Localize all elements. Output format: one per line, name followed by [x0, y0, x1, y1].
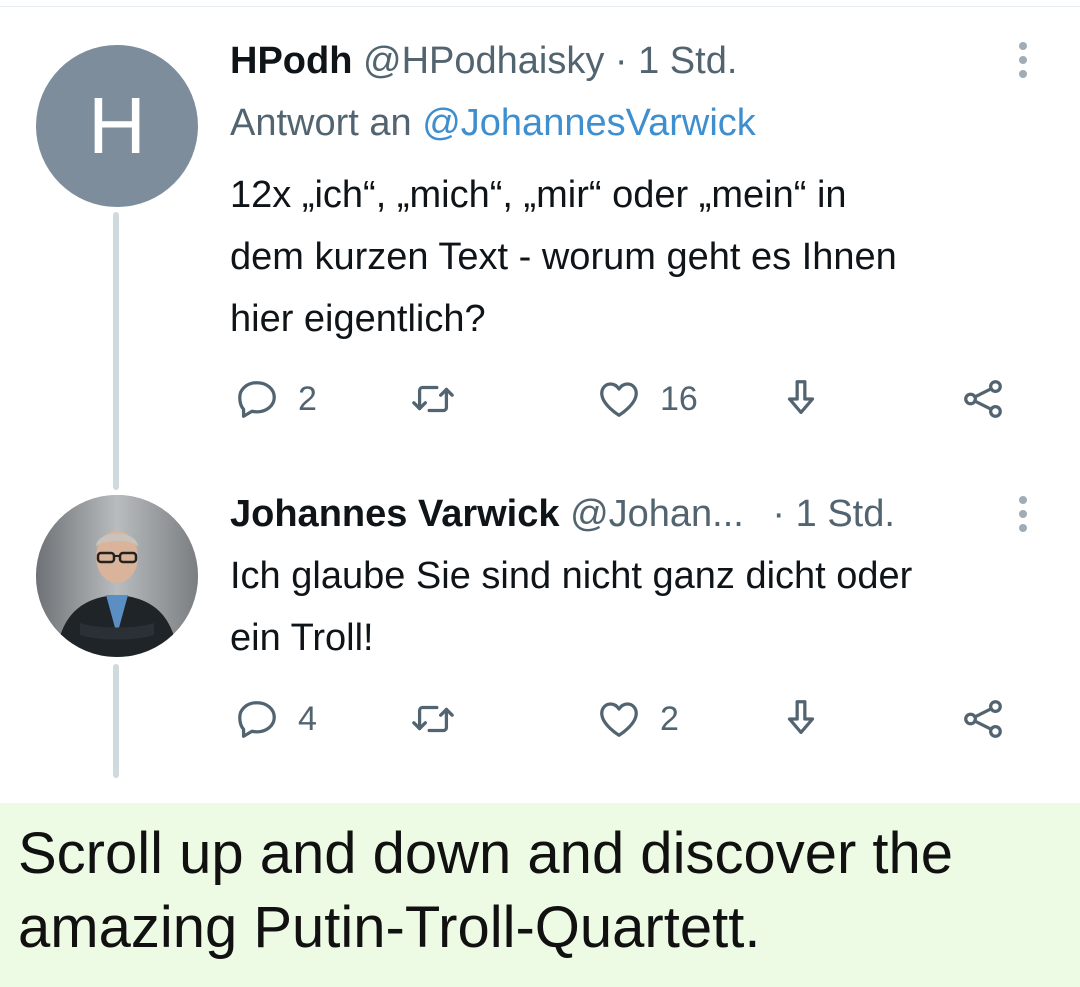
tweet-time: · 1 Std. [772, 493, 895, 535]
tweet-actions: 4 2 [230, 696, 1020, 746]
heart-icon [600, 702, 638, 737]
reply-prefix: Antwort an [230, 102, 412, 144]
retweet-button[interactable] [410, 696, 456, 742]
save-button[interactable] [778, 376, 824, 422]
share-icon [964, 700, 1002, 738]
reply-icon [238, 701, 276, 738]
reply-count: 2 [298, 379, 317, 418]
caption-line: amazing Putin-Troll-Quartett. [18, 895, 761, 960]
like-count: 16 [660, 379, 698, 418]
author-handle[interactable]: @HPodhaisky [363, 40, 604, 82]
author-name[interactable]: HPodh [230, 40, 352, 82]
avatar-letter: H [88, 81, 146, 170]
tweet-header: HPodh @HPodhaisky · 1 Std. [230, 40, 737, 83]
caption-line: Scroll up and down and discover the [18, 821, 954, 886]
share-icon [964, 380, 1002, 418]
person-photo-icon [36, 495, 198, 657]
more-vertical-icon[interactable] [1016, 496, 1030, 532]
retweet-icon [412, 705, 454, 733]
like-count: 2 [660, 699, 679, 738]
heart-icon [600, 382, 638, 417]
avatar-hpodh[interactable]: H [36, 45, 198, 207]
reply-mention-link[interactable]: @JohannesVarwick [422, 102, 756, 144]
tweet-text-line: dem kurzen Text - worum geht es Ihnen [230, 236, 897, 278]
like-button[interactable]: 2 [596, 696, 679, 742]
tweet-text: Ich glaube Sie sind nicht ganz dicht ode… [230, 545, 1030, 669]
thread-line [113, 212, 119, 490]
tweet-time: · 1 Std. [614, 40, 738, 82]
more-vertical-icon[interactable] [1016, 42, 1030, 78]
reply-button[interactable]: 4 [234, 696, 317, 742]
download-icon [787, 380, 815, 415]
author-handle[interactable]: @Johan... [570, 493, 744, 535]
tweet-text: 12x „ich“, „mich“, „mir“ oder „mein“ in … [230, 164, 1030, 350]
reply-count: 4 [298, 699, 317, 738]
author-name[interactable]: Johannes Varwick [230, 493, 560, 535]
tweet-actions: 2 16 [230, 376, 1020, 426]
reply-context: Antwort an @JohannesVarwick [230, 102, 756, 145]
tweet-header: Johannes Varwick @Johan... · 1 Std. [230, 493, 895, 536]
share-button[interactable] [960, 696, 1006, 742]
reply-button[interactable]: 2 [234, 376, 317, 422]
caption-banner: Scroll up and down and discover the amaz… [0, 803, 1080, 987]
save-button[interactable] [778, 696, 824, 742]
download-icon [787, 700, 815, 735]
like-button[interactable]: 16 [596, 376, 698, 422]
tweet-text-line: 12x „ich“, „mich“, „mir“ oder „mein“ in [230, 174, 847, 216]
tweet-text-line: ein Troll! [230, 617, 374, 659]
tweet-text-line: hier eigentlich? [230, 298, 486, 340]
tweet-text-line: Ich glaube Sie sind nicht ganz dicht ode… [230, 555, 913, 597]
retweet-button[interactable] [410, 376, 456, 422]
retweet-icon [412, 385, 454, 413]
avatar-johannes-varwick[interactable] [36, 495, 198, 657]
reply-icon [238, 381, 276, 418]
thread-line [113, 664, 119, 778]
top-divider [0, 0, 1080, 7]
share-button[interactable] [960, 376, 1006, 422]
